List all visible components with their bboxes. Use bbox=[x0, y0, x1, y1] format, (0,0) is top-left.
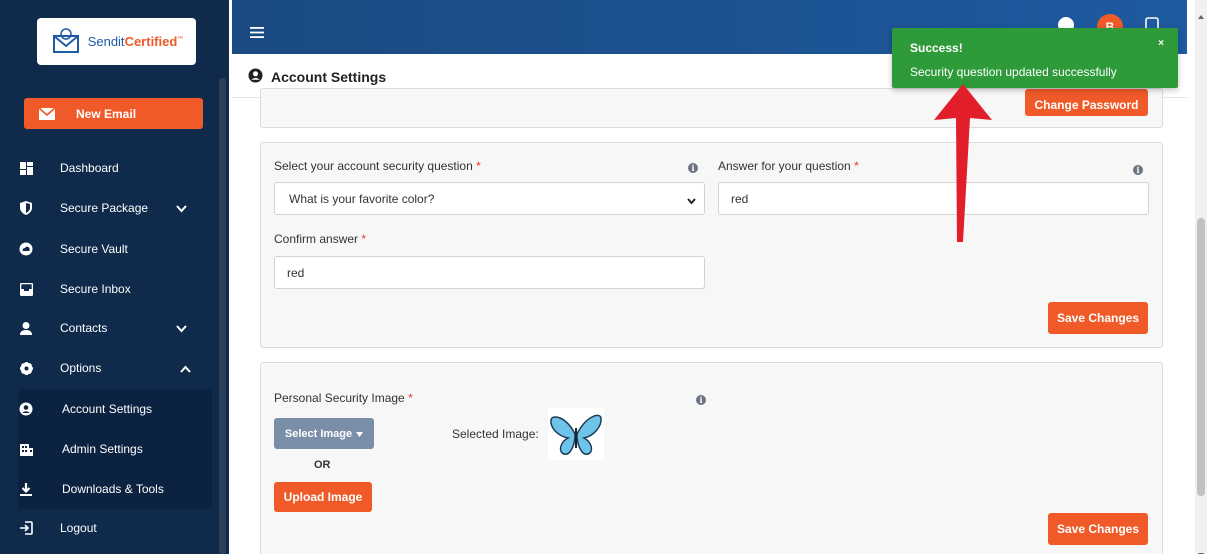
confirm-label-text: Confirm answer bbox=[274, 232, 359, 246]
required-mark: * bbox=[361, 232, 367, 246]
download-icon bbox=[18, 481, 34, 497]
selected-butterfly-image bbox=[548, 408, 604, 460]
page-scrollbar[interactable] bbox=[1195, 0, 1207, 554]
sidebar-item-label: Secure Inbox bbox=[60, 282, 131, 296]
scroll-up-icon[interactable] bbox=[1198, 6, 1204, 24]
answer-value: red bbox=[731, 191, 749, 206]
sidebar-item-label: Secure Package bbox=[60, 201, 149, 215]
caret-down-icon bbox=[356, 428, 364, 440]
close-icon[interactable]: × bbox=[1158, 38, 1164, 49]
brand-part2: Certified bbox=[124, 34, 178, 49]
save-label: Save Changes bbox=[1056, 522, 1140, 536]
chevron-up-icon bbox=[180, 362, 191, 376]
sidebar-item-label: Downloads & Tools bbox=[62, 482, 164, 496]
page-title: Account Settings bbox=[248, 68, 386, 86]
select-value: What is your favorite color? bbox=[289, 191, 435, 206]
chevron-down-icon bbox=[176, 322, 187, 336]
logo-text: SenditCertified™ bbox=[88, 34, 184, 49]
info-icon[interactable]: i bbox=[1133, 165, 1143, 175]
sidebar-item-label: Secure Vault bbox=[60, 242, 128, 256]
building-icon bbox=[18, 441, 34, 457]
sidebar-item-account-settings[interactable]: Account Settings bbox=[18, 389, 212, 429]
security-image-card: Personal Security Image * i Select Image… bbox=[260, 362, 1163, 554]
success-toast: Success! Security question updated succe… bbox=[892, 28, 1178, 88]
required-mark: * bbox=[408, 391, 413, 405]
confirm-value: red bbox=[287, 265, 305, 280]
sidebar-item-options[interactable]: Options bbox=[18, 350, 212, 386]
main-content: Change Password Select your account secu… bbox=[232, 88, 1187, 554]
sidebar-item-secure-vault[interactable]: Secure Vault bbox=[18, 231, 212, 267]
sidebar-item-logout[interactable]: Logout bbox=[18, 510, 212, 546]
change-password-label: Change Password bbox=[1034, 98, 1139, 112]
new-email-button[interactable]: New Email bbox=[24, 98, 203, 129]
toast-message: Security question updated successfully bbox=[910, 65, 1117, 79]
security-question-card: Select your account security question * … bbox=[260, 142, 1163, 348]
dashboard-icon bbox=[18, 160, 34, 176]
sidebar-item-admin-settings[interactable]: Admin Settings bbox=[18, 429, 212, 469]
logout-icon bbox=[18, 520, 34, 536]
sidebar-item-contacts[interactable]: Contacts bbox=[18, 310, 212, 346]
password-card: Change Password bbox=[260, 88, 1163, 128]
save-changes-button[interactable]: Save Changes bbox=[1048, 302, 1148, 334]
chevron-down-icon bbox=[176, 202, 187, 216]
question-label-text: Select your account security question bbox=[274, 159, 473, 173]
required-mark: * bbox=[854, 159, 859, 173]
inbox-icon bbox=[18, 281, 34, 297]
annotation-arrow bbox=[934, 84, 992, 242]
sidebar: SenditCertified™ New Email Dashboard Sec… bbox=[0, 0, 229, 554]
sidebar-item-label: Contacts bbox=[60, 321, 108, 335]
new-email-label: New Email bbox=[76, 106, 137, 121]
upload-label: Upload Image bbox=[283, 490, 363, 504]
question-label: Select your account security question * bbox=[274, 159, 481, 173]
scroll-down-icon[interactable] bbox=[1198, 544, 1204, 554]
save-image-changes-button[interactable]: Save Changes bbox=[1048, 513, 1148, 545]
mail-icon bbox=[38, 106, 58, 121]
hamburger-menu-icon[interactable] bbox=[250, 25, 264, 43]
sidebar-item-dashboard[interactable]: Dashboard bbox=[18, 150, 212, 186]
sidebar-item-downloads-tools[interactable]: Downloads & Tools bbox=[18, 469, 212, 509]
security-question-select[interactable]: What is your favorite color? bbox=[274, 182, 705, 215]
brand-tm: ™ bbox=[177, 36, 184, 43]
shield-icon bbox=[18, 200, 34, 216]
cloud-icon bbox=[18, 241, 34, 257]
confirm-answer-field[interactable]: red bbox=[274, 256, 705, 289]
required-mark: * bbox=[476, 159, 481, 173]
user-icon bbox=[18, 320, 34, 336]
or-text: OR bbox=[314, 459, 331, 471]
or-label: OR bbox=[314, 459, 331, 471]
toast-title: Success! bbox=[910, 41, 963, 55]
select-image-button[interactable]: Select Image bbox=[274, 418, 374, 449]
upload-image-button[interactable]: Upload Image bbox=[274, 482, 372, 512]
sidebar-item-secure-inbox[interactable]: Secure Inbox bbox=[18, 271, 212, 307]
sidebar-item-secure-package[interactable]: Secure Package bbox=[18, 190, 212, 226]
selected-image-text: Selected Image: bbox=[452, 427, 539, 441]
selected-image-label: Selected Image: bbox=[452, 427, 539, 441]
user-circle-icon bbox=[248, 68, 263, 86]
envelope-logo-icon bbox=[52, 27, 79, 53]
brand-part1: Sendit bbox=[87, 34, 125, 49]
info-icon[interactable]: i bbox=[696, 395, 706, 405]
answer-label-text: Answer for your question bbox=[718, 159, 851, 173]
security-image-label: Personal Security Image * bbox=[274, 391, 413, 405]
user-circle-icon bbox=[18, 401, 34, 417]
chevron-down-icon bbox=[687, 194, 696, 208]
confirm-label: Confirm answer * bbox=[274, 232, 366, 246]
page-title-text: Account Settings bbox=[271, 69, 387, 85]
sidebar-item-label: Logout bbox=[60, 521, 97, 535]
logo[interactable]: SenditCertified™ bbox=[37, 18, 196, 65]
butterfly-icon bbox=[550, 414, 602, 455]
sidebar-item-label: Admin Settings bbox=[62, 442, 143, 456]
security-image-label-text: Personal Security Image bbox=[274, 391, 405, 405]
sidebar-item-label: Options bbox=[60, 361, 102, 375]
select-image-label: Select Image bbox=[284, 427, 353, 440]
sidebar-scrollbar[interactable] bbox=[219, 78, 226, 554]
sidebar-item-label: Account Settings bbox=[62, 402, 153, 416]
save-label: Save Changes bbox=[1056, 311, 1140, 325]
change-password-button[interactable]: Change Password bbox=[1025, 89, 1148, 116]
gear-icon bbox=[18, 360, 34, 376]
sidebar-item-label: Dashboard bbox=[60, 161, 119, 175]
scrollbar-thumb[interactable] bbox=[1197, 218, 1205, 496]
info-icon[interactable]: i bbox=[688, 163, 698, 173]
answer-label: Answer for your question * bbox=[718, 159, 859, 173]
